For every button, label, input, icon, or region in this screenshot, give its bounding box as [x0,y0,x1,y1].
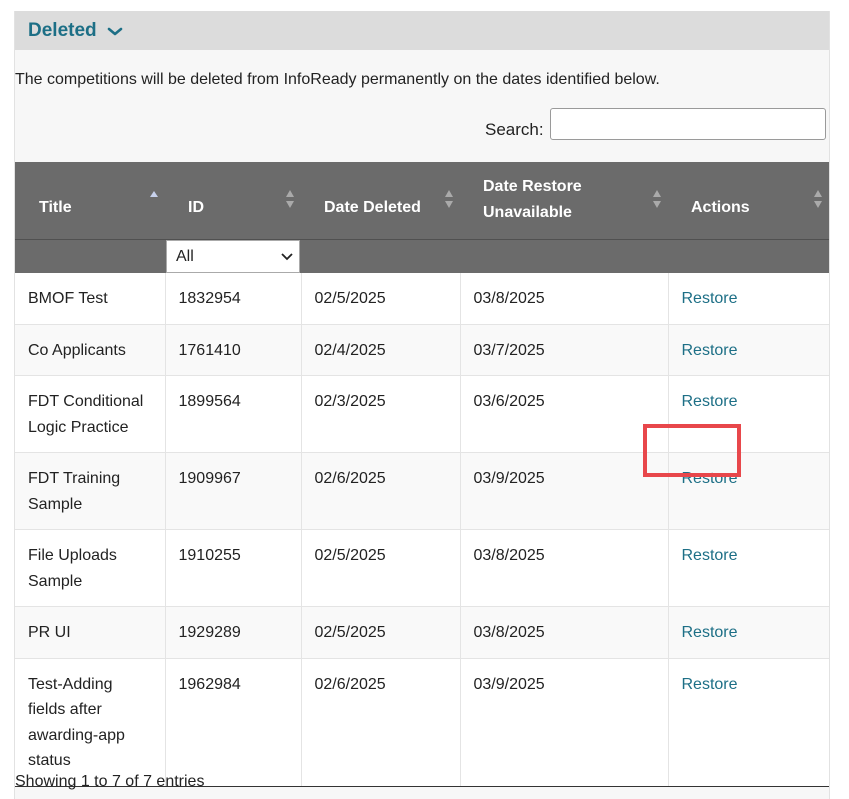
column-header-title[interactable]: Title [15,162,165,240]
cell-date-restore-unavailable: 03/6/2025 [460,375,669,453]
column-header-label: ID [188,199,204,216]
table-row: PR UI 1929289 02/5/2025 03/8/2025 Restor… [15,606,829,659]
filter-cell-id: All [165,239,301,273]
column-header-actions[interactable]: Actions [668,162,829,240]
restore-link[interactable]: Restore [682,547,738,564]
cell-date-deleted: 02/5/2025 [301,529,461,607]
chevron-down-icon [281,252,293,260]
cell-date-deleted: 02/4/2025 [301,324,461,376]
cell-actions: Restore [668,273,829,325]
column-header-label: Actions [691,199,750,216]
search-label: Search: [485,120,544,139]
cell-date-restore-unavailable: 03/8/2025 [460,529,669,607]
cell-date-restore-unavailable: 03/7/2025 [460,324,669,376]
table-row: Test-Adding fields after awarding-app st… [15,658,829,787]
cell-date-restore-unavailable: 03/8/2025 [460,606,669,659]
column-header-label: Title [39,199,72,216]
search-input[interactable] [550,108,826,140]
restore-link[interactable]: Restore [682,676,738,693]
cell-title: PR UI [15,606,166,659]
filter-cell-empty [668,239,829,273]
restore-link[interactable]: Restore [682,290,738,307]
cell-date-restore-unavailable: 03/9/2025 [460,658,669,787]
restore-link[interactable]: Restore [682,342,738,359]
column-header-id[interactable]: ID [165,162,301,240]
cell-id: 1929289 [165,606,302,659]
id-filter-select[interactable]: All [166,240,300,273]
sort-icon[interactable] [285,189,295,209]
cell-actions: Restore [668,375,829,453]
cell-id: 1909967 [165,452,302,530]
cell-title: FDT Conditional Logic Practice [15,375,166,453]
section-title: Deleted [28,19,97,41]
column-header-label: Date Deleted [324,199,421,216]
cell-date-deleted: 02/3/2025 [301,375,461,453]
filter-cell-empty [15,239,165,273]
competitions-table: Title ID Date Deleted Date Restore Unava… [15,162,829,787]
cell-title: Co Applicants [15,324,166,376]
chevron-down-icon [107,24,123,38]
id-filter-value: All [176,247,194,265]
section-header-toggle[interactable]: Deleted [15,11,829,50]
sort-icon[interactable] [813,189,823,209]
filter-row: All [15,239,829,273]
table-row: FDT Training Sample 1909967 02/6/2025 03… [15,452,829,530]
cell-date-restore-unavailable: 03/9/2025 [460,452,669,530]
cell-actions: Restore [668,658,829,787]
cell-date-deleted: 02/6/2025 [301,658,461,787]
cell-actions: Restore [668,529,829,607]
cell-date-deleted: 02/5/2025 [301,606,461,659]
restore-link[interactable]: Restore [682,393,738,410]
cell-id: 1832954 [165,273,302,325]
table-row: BMOF Test 1832954 02/5/2025 03/8/2025 Re… [15,273,829,325]
cell-date-deleted: 02/6/2025 [301,452,461,530]
cell-title: Test-Adding fields after awarding-app st… [15,658,166,787]
cell-id: 1899564 [165,375,302,453]
table-row: File Uploads Sample 1910255 02/5/2025 03… [15,529,829,607]
table-row: FDT Conditional Logic Practice 1899564 0… [15,375,829,453]
cell-id: 1910255 [165,529,302,607]
cell-id: 1761410 [165,324,302,376]
cell-title: BMOF Test [15,273,166,325]
cell-actions: Restore [668,606,829,659]
cell-id: 1962984 [165,658,302,787]
cell-actions: Restore [668,324,829,376]
table-info: Showing 1 to 7 of 7 entries [15,773,205,790]
cell-date-restore-unavailable: 03/8/2025 [460,273,669,325]
cell-actions: Restore [668,452,829,530]
column-header-label: Date Restore Unavailable [483,178,582,221]
sort-icon[interactable] [652,189,662,209]
deleted-panel: Deleted The competitions will be deleted… [14,11,830,799]
sort-icon[interactable] [444,189,454,209]
restore-link[interactable]: Restore [682,624,738,641]
table-row: Co Applicants 1761410 02/4/2025 03/7/202… [15,324,829,376]
cell-date-deleted: 02/5/2025 [301,273,461,325]
filter-cell-empty [301,239,460,273]
cell-title: File Uploads Sample [15,529,166,607]
restore-link[interactable]: Restore [682,470,738,487]
column-header-date-deleted[interactable]: Date Deleted [301,162,460,240]
intro-text: The competitions will be deleted from In… [15,71,660,88]
filter-cell-empty [460,239,668,273]
sort-asc-icon[interactable] [149,189,159,209]
cell-title: FDT Training Sample [15,452,166,530]
column-header-date-restore-unavailable[interactable]: Date Restore Unavailable [460,162,668,240]
